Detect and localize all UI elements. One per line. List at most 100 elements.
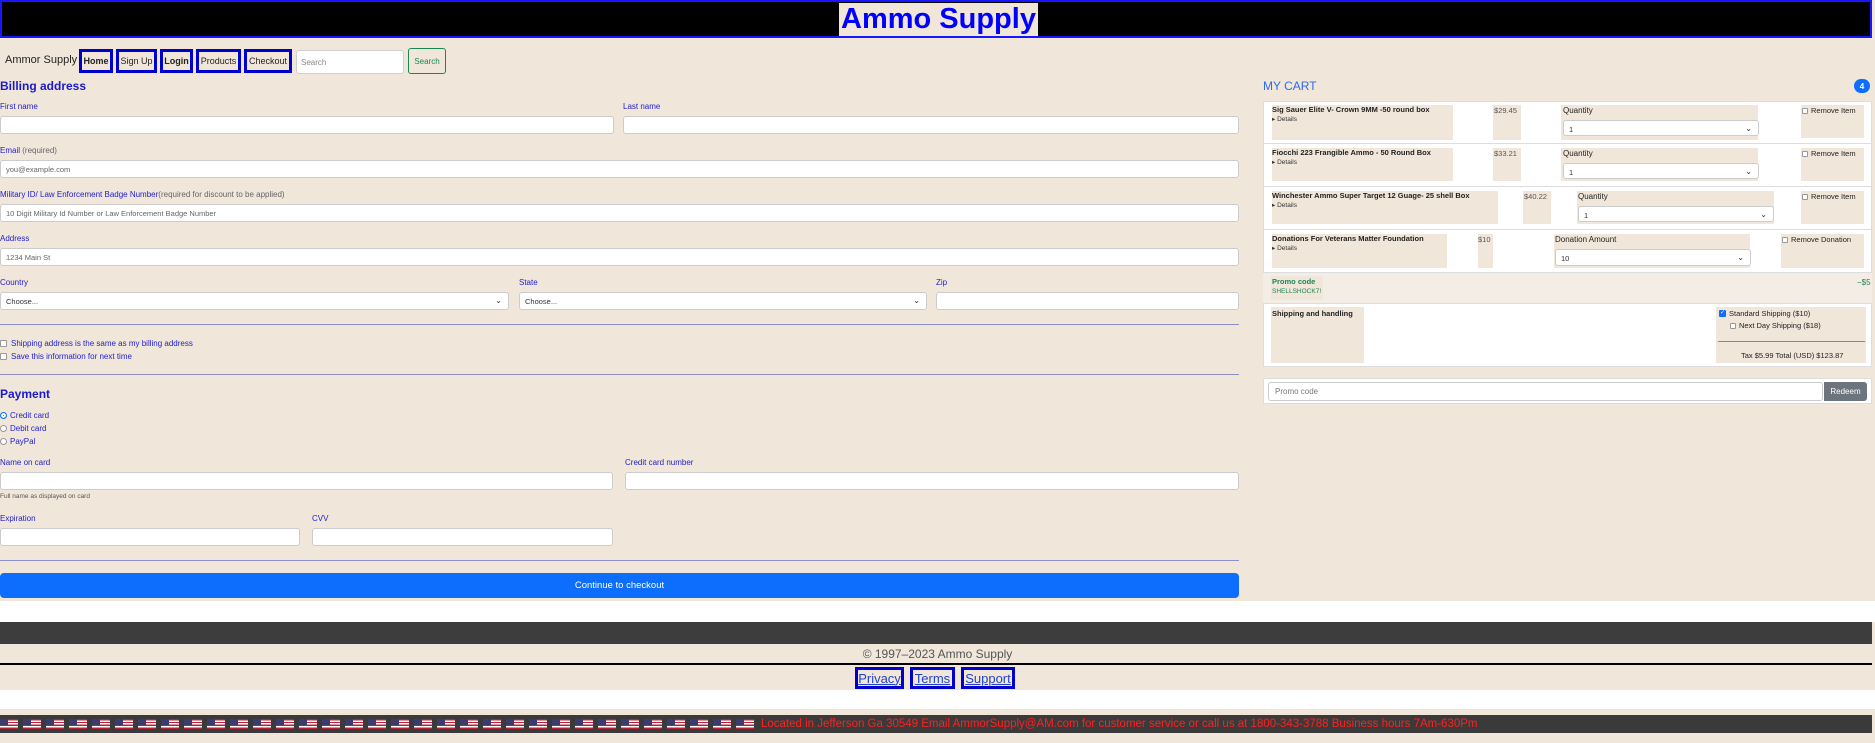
row-divider bbox=[1263, 303, 1872, 304]
search-input[interactable]: Search bbox=[296, 50, 404, 74]
us-flag-icon bbox=[69, 719, 87, 729]
quantity-value: 1 bbox=[1569, 168, 1574, 177]
us-flag-icon bbox=[207, 719, 225, 729]
us-flag-icon bbox=[460, 719, 478, 729]
redeem-button[interactable]: Redeem bbox=[1824, 382, 1867, 401]
us-flag-icon bbox=[161, 719, 179, 729]
details-label: Details bbox=[1277, 245, 1297, 252]
military-id-label: Military ID/ Law Enforcement Badge Numbe… bbox=[0, 190, 285, 199]
us-flag-icon bbox=[253, 719, 271, 729]
us-flag-icon bbox=[322, 719, 340, 729]
email-required-note: (required) bbox=[22, 146, 57, 155]
last-name-field[interactable] bbox=[623, 116, 1239, 134]
us-flag-icon bbox=[552, 719, 570, 729]
checkbox-icon bbox=[1730, 322, 1736, 329]
remove-donation-checkbox[interactable]: Remove Donation bbox=[1782, 235, 1851, 244]
radio-selected-icon bbox=[0, 412, 7, 419]
us-flag-icon bbox=[184, 719, 202, 729]
promo-discount: −$5 bbox=[1857, 278, 1871, 287]
footer-divider bbox=[0, 663, 1872, 665]
email-field[interactable]: you@example.com bbox=[0, 160, 1239, 178]
donation-amount-select[interactable]: 10 ⌄ bbox=[1555, 249, 1751, 266]
remove-item-checkbox[interactable]: Remove Item bbox=[1802, 149, 1856, 158]
nav-checkout[interactable]: Checkout bbox=[244, 49, 292, 73]
card-name-field[interactable] bbox=[0, 472, 613, 490]
first-name-field[interactable] bbox=[0, 116, 614, 134]
cvv-label: CVV bbox=[312, 514, 329, 523]
footer-dark-band bbox=[0, 622, 1872, 644]
military-id-field[interactable]: 10 Digit Military Id Number or Law Enfor… bbox=[0, 204, 1239, 222]
us-flag-icon bbox=[667, 719, 685, 729]
promo-code-input[interactable]: Promo code bbox=[1268, 382, 1823, 401]
remove-item-label: Remove Item bbox=[1811, 149, 1856, 158]
quantity-label: Quantity bbox=[1563, 106, 1593, 115]
chevron-down-icon: ⌄ bbox=[1745, 167, 1752, 176]
zip-field[interactable] bbox=[936, 292, 1239, 310]
navbar: Ammor Supply Home Sign Up Login Products… bbox=[0, 42, 1872, 78]
nav-brand[interactable]: Ammor Supply bbox=[5, 54, 77, 66]
radio-icon bbox=[0, 425, 7, 432]
cart-item-name: Fiocchi 223 Frangible Ammo - 50 Round Bo… bbox=[1272, 148, 1431, 157]
card-name-label: Name on card bbox=[0, 458, 51, 467]
credit-card-label: Credit card bbox=[10, 411, 50, 420]
donation-amount-label: Donation Amount bbox=[1555, 235, 1617, 244]
row-divider bbox=[1263, 143, 1872, 144]
promo-label: Promo code bbox=[1272, 277, 1316, 286]
remove-item-checkbox[interactable]: Remove Item bbox=[1802, 192, 1856, 201]
us-flag-icon bbox=[575, 719, 593, 729]
next-day-shipping-label: Next Day Shipping ($18) bbox=[1739, 321, 1821, 330]
cart-item-details-toggle[interactable]: ▸ Details bbox=[1272, 115, 1297, 123]
address-field[interactable]: 1234 Main St bbox=[0, 248, 1239, 266]
footer-ticker: Located in Jefferson Ga 30549 Email Ammo… bbox=[0, 715, 1872, 733]
radio-credit-card[interactable]: Credit card bbox=[0, 411, 49, 420]
billing-heading: Billing address bbox=[0, 79, 87, 93]
cart-item-details-toggle[interactable]: ▸ Details bbox=[1272, 158, 1297, 166]
cart-item-details-toggle[interactable]: ▸ Details bbox=[1272, 201, 1297, 209]
save-info-label: Save this information for next time bbox=[11, 352, 132, 361]
remove-item-checkbox[interactable]: Remove Item bbox=[1802, 106, 1856, 115]
radio-icon bbox=[0, 438, 7, 445]
search-button[interactable]: Search bbox=[408, 48, 446, 74]
nav-sign-up[interactable]: Sign Up bbox=[116, 49, 157, 73]
divider bbox=[0, 324, 1239, 325]
standard-shipping-checkbox[interactable]: ✓ Standard Shipping ($10) bbox=[1719, 309, 1810, 318]
continue-checkout-button[interactable]: Continue to checkout bbox=[0, 573, 1239, 598]
radio-paypal[interactable]: PayPal bbox=[0, 437, 35, 446]
copyright: © 1997–2023 Ammo Supply bbox=[862, 647, 1013, 661]
radio-debit-card[interactable]: Debit card bbox=[0, 424, 46, 433]
save-info-checkbox[interactable]: Save this information for next time bbox=[0, 352, 132, 361]
next-day-shipping-checkbox[interactable]: Next Day Shipping ($18) bbox=[1730, 321, 1821, 330]
us-flag-icon bbox=[230, 719, 248, 729]
us-flag-icon bbox=[736, 719, 754, 729]
us-flag-icon bbox=[598, 719, 616, 729]
donation-details-toggle[interactable]: ▸ Details bbox=[1272, 244, 1297, 252]
nav-products[interactable]: Products bbox=[196, 49, 241, 73]
footer-link-terms[interactable]: Terms bbox=[910, 667, 955, 689]
us-flag-icon bbox=[23, 719, 41, 729]
state-select[interactable]: Choose... ⌄ bbox=[519, 292, 927, 310]
nav-login[interactable]: Login bbox=[160, 49, 193, 73]
nav-home[interactable]: Home bbox=[79, 49, 113, 73]
cvv-field[interactable] bbox=[312, 528, 613, 546]
us-flag-icon bbox=[345, 719, 363, 729]
footer-link-privacy[interactable]: Privacy bbox=[855, 667, 904, 689]
top-banner: Ammo Supply bbox=[0, 0, 1872, 38]
totals-divider bbox=[1718, 341, 1865, 342]
same-address-checkbox[interactable]: Shipping address is the same as my billi… bbox=[0, 339, 193, 348]
footer-link-support[interactable]: Support bbox=[961, 667, 1015, 689]
details-label: Details bbox=[1277, 202, 1297, 209]
country-select[interactable]: Choose... ⌄ bbox=[0, 292, 509, 310]
expiration-field[interactable] bbox=[0, 528, 300, 546]
chevron-down-icon: ⌄ bbox=[1745, 124, 1752, 133]
us-flag-icon bbox=[368, 719, 386, 729]
us-flag-icon bbox=[414, 719, 432, 729]
quantity-select[interactable]: 1 ⌄ bbox=[1563, 163, 1759, 179]
card-number-field[interactable] bbox=[625, 472, 1239, 490]
checkbox-icon bbox=[1802, 107, 1808, 114]
us-flag-icon bbox=[713, 719, 731, 729]
quantity-value: 1 bbox=[1584, 211, 1589, 220]
quantity-select[interactable]: 1 ⌄ bbox=[1578, 206, 1774, 222]
debit-card-label: Debit card bbox=[10, 424, 47, 433]
us-flag-icon bbox=[115, 719, 133, 729]
quantity-select[interactable]: 1 ⌄ bbox=[1563, 120, 1759, 136]
